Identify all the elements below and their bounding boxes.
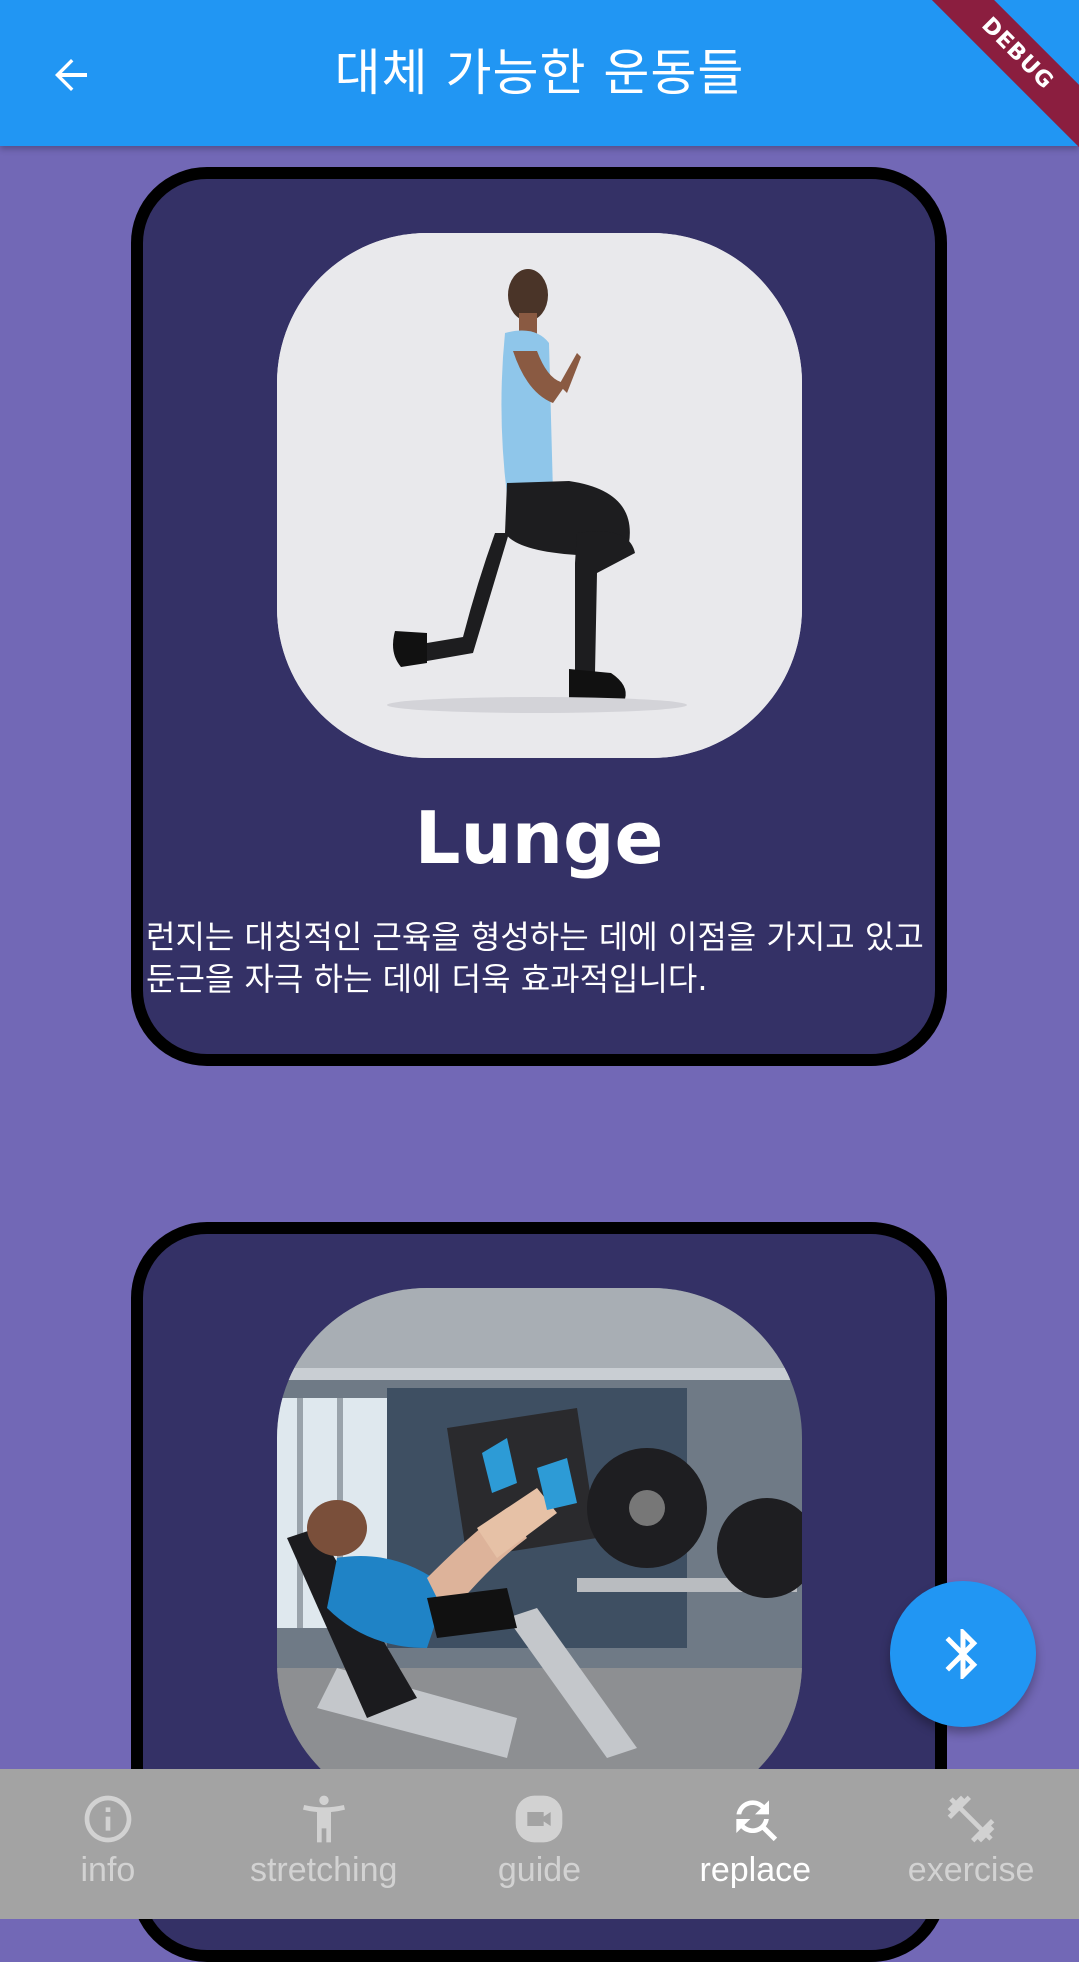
nav-item-guide[interactable]: guide — [432, 1769, 648, 1919]
replace-search-icon — [727, 1791, 783, 1847]
nav-item-info[interactable]: info — [0, 1769, 216, 1919]
nav-item-replace[interactable]: replace — [647, 1769, 863, 1919]
bluetooth-button[interactable] — [890, 1581, 1036, 1727]
dumbbell-icon — [943, 1791, 999, 1847]
bottom-navigation: info stretching guide replace exercise — [0, 1769, 1079, 1919]
nav-label-exercise: exercise — [907, 1851, 1035, 1889]
video-icon — [511, 1791, 567, 1847]
lunge-photo — [277, 233, 802, 758]
info-icon — [80, 1791, 136, 1847]
nav-label-guide: guide — [497, 1851, 582, 1889]
app-bar: 대체 가능한 운동들 — [0, 0, 1079, 146]
nav-label-replace: replace — [699, 1851, 812, 1889]
bluetooth-icon — [945, 1629, 978, 1679]
page-title: 대체 가능한 운동들 — [334, 44, 745, 102]
card-description: 런지는 대칭적인 근육을 형성하는 데에 이점을 가지고 있고 둔근을 자극 하… — [146, 918, 924, 998]
nav-label-stretching: stretching — [249, 1851, 398, 1889]
nav-item-exercise[interactable]: exercise — [863, 1769, 1079, 1919]
card-title: Lunge — [414, 796, 664, 880]
leg-press-photo — [277, 1288, 802, 1813]
nav-label-info: info — [80, 1851, 136, 1889]
nav-item-stretching[interactable]: stretching — [216, 1769, 432, 1919]
stretching-icon — [296, 1791, 352, 1847]
